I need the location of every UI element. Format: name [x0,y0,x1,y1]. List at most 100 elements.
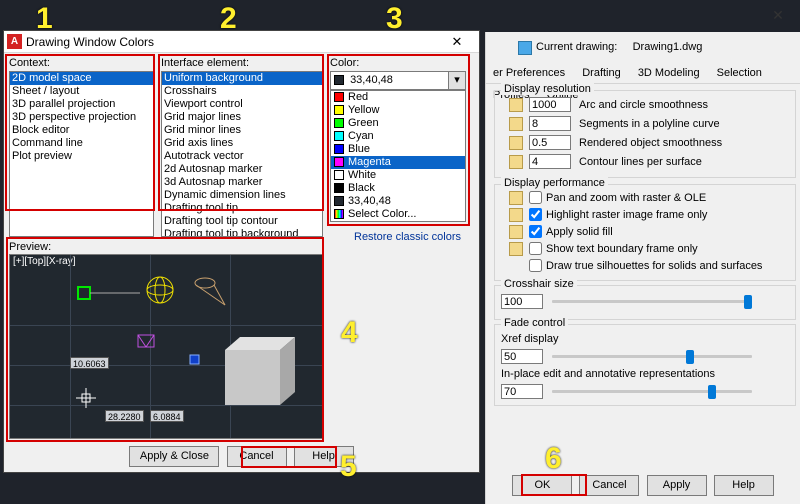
color-option[interactable]: White [331,169,465,182]
context-item[interactable]: Block editor [10,124,153,137]
rendered-smoothness-input[interactable] [529,135,571,150]
color-option[interactable]: Magenta [331,156,465,169]
color-option[interactable]: Cyan [331,130,465,143]
contour-lines-label: Contour lines per surface [579,154,702,171]
perf-icon [509,242,523,256]
options-help-button[interactable]: Help [714,475,774,496]
dwc-title-text: Drawing Window Colors [26,35,154,49]
color-option-label: 33,40,48 [348,195,391,207]
context-item[interactable]: Plot preview [10,150,153,163]
polyline-segments-label: Segments in a polyline curve [579,116,720,133]
dwc-cancel-button[interactable]: Cancel [227,446,287,467]
options-close-icon[interactable]: ✕ [758,2,798,28]
options-cancel-button[interactable]: Cancel [579,475,639,496]
inplace-input[interactable] [501,384,543,399]
color-option-label: Select Color... [348,208,416,220]
chk-pan-zoom[interactable] [529,191,542,204]
chk-highlight-raster[interactable] [529,208,542,221]
restore-classic-colors-link[interactable]: Restore classic colors [354,231,461,243]
interface-element-item[interactable]: Grid minor lines [162,124,322,137]
drawing-window-colors-dialog: A Drawing Window Colors ✕ Context: 2D mo… [3,30,480,473]
interface-element-item[interactable]: 3d Autosnap marker [162,176,322,189]
color-option[interactable]: Blue [331,143,465,156]
xref-display-slider[interactable] [552,355,752,358]
chk-text-boundary[interactable] [529,242,542,255]
color-option[interactable]: Green [331,117,465,130]
res-icon [509,155,523,169]
dwc-buttons: Apply & Close Cancel Help [4,446,479,467]
color-option[interactable]: Yellow [331,104,465,117]
inplace-slider[interactable] [552,390,752,393]
color-label: Color: [330,57,359,69]
color-option[interactable]: Black [331,182,465,195]
group-fade: Fade control Xref display In-place edit … [494,324,796,406]
res-icon [509,98,523,112]
contour-lines-input[interactable] [529,154,571,169]
interface-element-listbox[interactable]: Uniform backgroundCrosshairsViewport con… [161,71,323,237]
options-apply-button[interactable]: Apply [647,475,707,496]
crosshair-slider[interactable] [552,300,752,303]
arc-smoothness-input[interactable] [529,97,571,112]
interface-element-item[interactable]: Crosshairs [162,85,322,98]
context-item[interactable]: 3D perspective projection [10,111,153,124]
res-icon [509,117,523,131]
color-option-label: White [348,169,376,181]
interface-element-item[interactable]: Grid axis lines [162,137,322,150]
perf-icon [509,191,523,205]
dwc-titlebar: A Drawing Window Colors ✕ [4,31,479,53]
xref-display-input[interactable] [501,349,543,364]
chk-highlight-raster-label: Highlight raster image frame only [546,207,707,223]
interface-element-item[interactable]: Grid major lines [162,111,322,124]
current-drawing-row: Current drawing: Drawing1.dwg [486,32,800,62]
group-title-crosshair: Crosshair size [501,278,577,290]
color-swatch-icon [334,118,344,128]
dwc-close-icon[interactable]: ✕ [439,31,475,53]
interface-element-item[interactable]: Drafting tool tip contour [162,215,322,228]
tab-drafting[interactable]: Drafting [575,62,628,84]
context-item[interactable]: 2D model space [10,72,153,85]
chk-solid-fill[interactable] [529,225,542,238]
interface-element-item[interactable]: Viewport control [162,98,322,111]
tab-3dmodeling[interactable]: 3D Modeling [631,62,707,84]
interface-element-item[interactable]: Dynamic dimension lines [162,189,322,202]
preview-viewport: [+][Top][X-ray] [9,254,323,439]
color-dropdown-list[interactable]: RedYellowGreenCyanBlueMagentaWhiteBlack3… [330,90,466,222]
interface-element-item[interactable]: 2d Autosnap marker [162,163,322,176]
context-item[interactable]: 3D parallel projection [10,98,153,111]
context-item[interactable]: Sheet / layout [10,85,153,98]
dwc-help-button[interactable]: Help [294,446,354,467]
color-dropdown[interactable]: 33,40,48 ▾ [330,71,466,90]
group-title-fade: Fade control [501,317,568,329]
rendered-smoothness-label: Rendered object smoothness [579,135,722,152]
color-option-label: Green [348,117,379,129]
context-listbox[interactable]: 2D model spaceSheet / layout3D parallel … [9,71,154,237]
preview-dim-3: 6.0884 [150,410,184,422]
color-option-label: Cyan [348,130,374,142]
group-title-resolution: Display resolution [501,83,594,95]
color-option[interactable]: 33,40,48 [331,195,465,208]
ok-button[interactable]: OK [512,475,572,496]
color-option[interactable]: Select Color... [331,208,465,221]
polyline-segments-input[interactable] [529,116,571,131]
xref-display-label: Xref display [501,333,789,345]
options-panel: ✕ Current drawing: Drawing1.dwg er Prefe… [485,32,800,504]
color-swatch-icon [334,170,344,180]
group-display-resolution: Display resolution Arc and circle smooth… [494,90,796,178]
interface-element-label: Interface element: [161,57,249,69]
tab-userpref[interactable]: er Preferences [486,62,572,84]
color-option-label: Blue [348,143,370,155]
context-item[interactable]: Command line [10,137,153,150]
chk-pan-zoom-label: Pan and zoom with raster & OLE [546,190,706,206]
current-drawing-value: Drawing1.dwg [633,41,703,53]
chk-solid-fill-label: Apply solid fill [546,224,613,240]
tab-selection[interactable]: Selection [710,62,769,84]
interface-element-item[interactable]: Drafting tool tip background [162,228,322,237]
interface-element-item[interactable]: Uniform background [162,72,322,85]
color-swatch-icon [334,105,344,115]
interface-element-item[interactable]: Drafting tool tip [162,202,322,215]
crosshair-size-input[interactable] [501,294,543,309]
interface-element-item[interactable]: Autotrack vector [162,150,322,163]
color-option[interactable]: Red [331,91,465,104]
apply-close-button[interactable]: Apply & Close [129,446,219,467]
chk-silhouettes[interactable] [529,259,542,272]
